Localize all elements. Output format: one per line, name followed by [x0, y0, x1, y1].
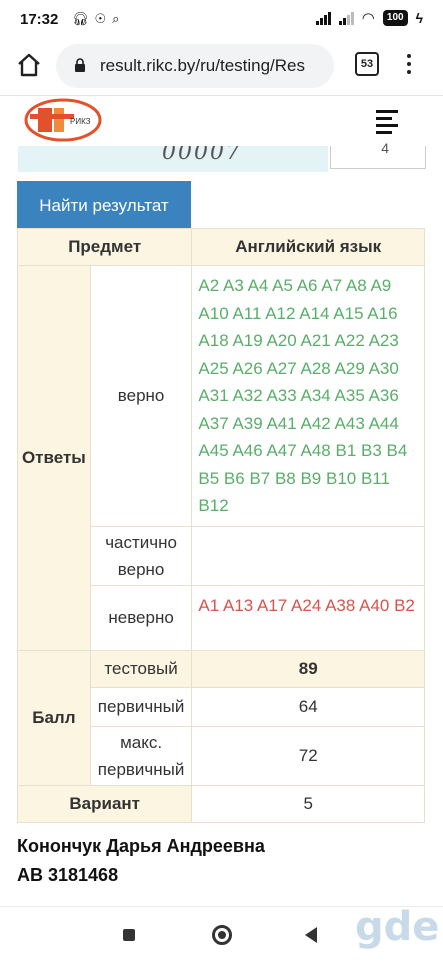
home-icon[interactable] [16, 52, 42, 78]
captcha-image: 00007 [18, 146, 328, 172]
variant-value: 5 [191, 784, 425, 823]
subject-label: Предмет [16, 228, 193, 266]
logo-text: РИКЗ [70, 117, 91, 126]
wrong-answers: A1 A13 A17 A24 A38 A40 B2 [191, 584, 425, 651]
site-header: РИКЗ [0, 96, 443, 152]
captcha-text: 00007 [162, 146, 242, 165]
status-bar: 17:32 🎧︎ ☉ ⌕ ◠ 100 ϟ [0, 0, 443, 38]
battery-icon: 100 [382, 10, 408, 26]
max-primary-value: 72 [191, 725, 425, 786]
max-primary-label: макс. первичный [89, 725, 193, 786]
result-table: Предмет Английский язык Ответы верно A2 … [16, 228, 425, 823]
person-id: АВ 3181468 [17, 865, 119, 885]
person-info: Конончук Дарья Андреевна АВ 3181468 [17, 832, 265, 890]
address-bar[interactable]: result.rikc.by/ru/testing/Res [56, 44, 334, 88]
correct-label: верно [89, 265, 193, 527]
site-logo[interactable]: РИКЗ [24, 98, 102, 142]
headphones-icon: 🎧︎ [72, 11, 89, 26]
partial-label: частично верно [89, 525, 193, 586]
status-icons: 🎧︎ ☉ ⌕ [72, 11, 119, 27]
search-icon: ⌕ [112, 11, 120, 26]
more-menu-icon[interactable] [406, 52, 412, 76]
primary-score-value: 64 [191, 686, 425, 727]
person-name: Конончук Дарья Андреевна [17, 836, 265, 856]
test-score-value: 89 [191, 649, 425, 688]
variant-label: Вариант [16, 784, 193, 823]
nfc-icon: ☉ [94, 11, 107, 26]
correct-answers: A2 A3 A4 A5 A6 A7 A8 A9 A10 A11 A12 A14 … [191, 265, 425, 527]
tab-switcher-button[interactable]: 53 [355, 52, 379, 76]
recent-apps-icon[interactable] [123, 929, 135, 941]
watermark: gde [355, 904, 440, 950]
answers-label: Ответы [17, 265, 91, 651]
subject-value: Английский язык [191, 228, 425, 266]
status-time: 17:32 [20, 11, 59, 28]
hamburger-menu-icon[interactable] [376, 110, 398, 138]
captcha-input-value: 4 [381, 140, 389, 156]
captcha-input[interactable]: 4 [330, 140, 426, 169]
partial-answers [191, 525, 425, 586]
back-icon[interactable] [305, 927, 317, 943]
status-right: ◠ 100 ϟ [315, 9, 423, 27]
wifi-icon: ◠ [361, 10, 375, 27]
signal-2-icon [338, 11, 354, 25]
url-text: result.rikc.by/ru/testing/Res [100, 56, 306, 75]
browser-toolbar: result.rikc.by/ru/testing/Res 53 [0, 38, 443, 96]
wrong-label: неверно [89, 584, 193, 651]
primary-score-label: первичный [89, 686, 193, 727]
home-button-icon[interactable] [212, 925, 232, 945]
charging-icon: ϟ [415, 10, 423, 26]
score-label: Балл [17, 649, 91, 786]
signal-icon [315, 11, 331, 25]
find-result-button[interactable]: Найти результат [17, 181, 191, 229]
lock-icon [75, 58, 85, 72]
test-score-label: тестовый [89, 649, 193, 688]
